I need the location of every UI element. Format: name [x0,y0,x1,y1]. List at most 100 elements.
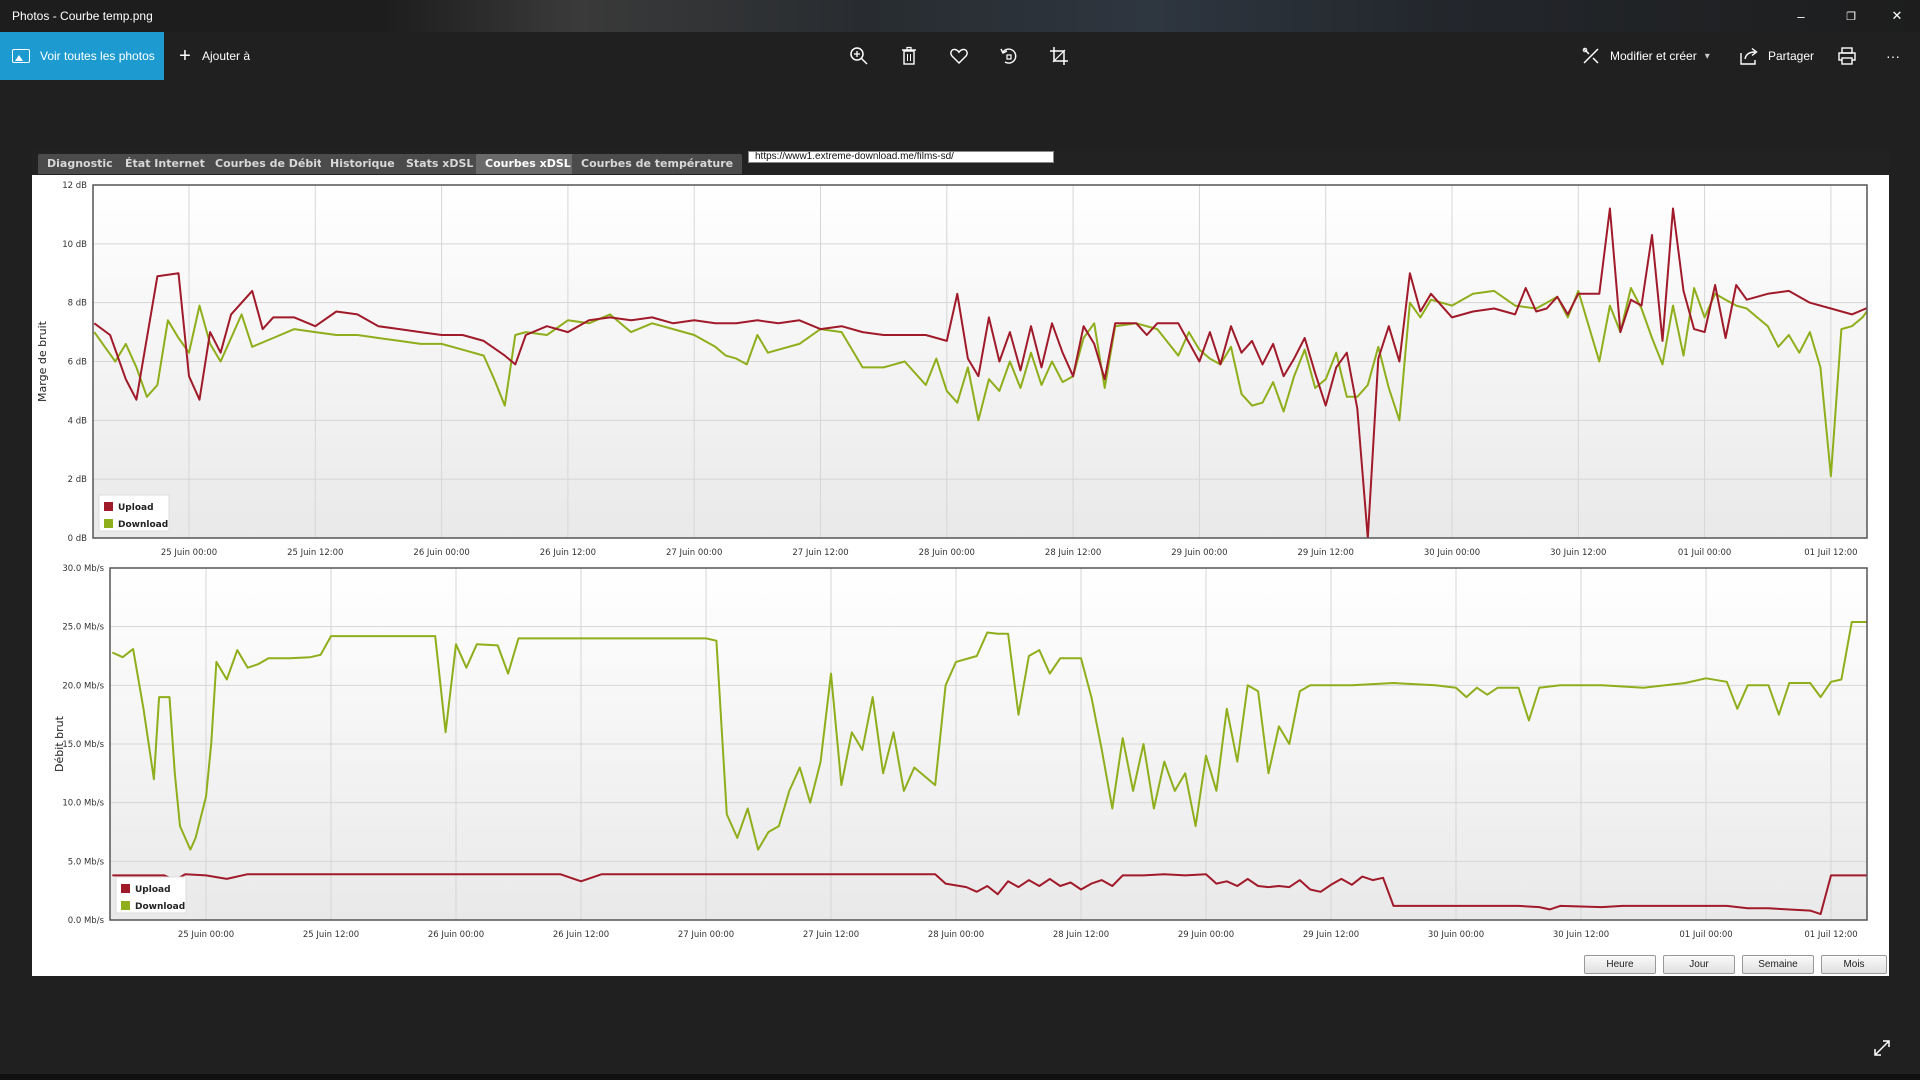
photos-icon [12,49,30,63]
window-titlebar: Photos - Courbe temp.png – ❐ ✕ [0,0,1920,32]
x-tick-label: 30 Juin 12:00 [1550,548,1606,558]
printer-icon [1838,47,1856,65]
tab-historique[interactable]: Historique [321,154,404,174]
plus-icon: + [179,44,191,67]
y-tick-label: 2 dB [68,475,88,485]
add-to-button[interactable]: + Ajouter à [174,32,250,80]
tab-etat-internet[interactable]: État Internet [116,154,214,174]
edit-create-label: Modifier et créer [1610,49,1697,63]
share-label: Partager [1768,49,1815,63]
x-tick-label: 30 Juin 12:00 [1553,930,1609,940]
y-tick-label: 8 dB [68,299,88,309]
url-tooltip: https://www1.extreme-download.me/films-s… [748,151,1054,163]
y-tick-label: 20.0 Mb/s [62,681,104,691]
x-tick-label: 01 Juil 12:00 [1804,548,1857,558]
y-tick-label: 10.0 Mb/s [62,799,104,809]
legend-swatch-upload [121,884,130,893]
minimize-button[interactable]: – [1778,0,1824,32]
chevron-down-icon: ▾ [1704,50,1710,62]
y-tick-label: 10 dB [62,240,87,250]
x-tick-label: 28 Juin 12:00 [1053,930,1109,940]
x-tick-label: 30 Juin 00:00 [1428,930,1484,940]
close-button[interactable]: ✕ [1874,0,1920,32]
range-jour-button[interactable]: Jour [1663,955,1735,974]
more-options-button[interactable]: ··· [1886,32,1900,80]
xdsl-charts: 0 dB 2 dB 4 dB 6 dB 8 dB 10 dB 12 dB 25 Juin 00… [36,181,1868,940]
tab-courbes-debit[interactable]: Courbes de Débit [206,154,332,174]
x-tick-label: 28 Juin 00:00 [919,548,975,558]
tab-courbes-xdsl[interactable]: Courbes xDSL [476,154,580,174]
legend-label-upload: Upload [118,503,154,513]
see-all-photos-label: Voir toutes les photos [40,49,155,63]
maximize-button[interactable]: ❐ [1828,0,1874,32]
x-tick-label: 26 Juin 00:00 [413,548,469,558]
delete-button[interactable] [898,32,920,80]
y-axis-label: Marge de bruit [36,320,49,402]
window-title: Photos - Courbe temp.png [12,9,153,23]
y-tick-label: 15.0 Mb/s [62,740,104,750]
legend-swatch-download [104,519,113,528]
y-tick-label: 0 dB [68,534,88,544]
x-tick-label: 01 Juil 00:00 [1679,930,1732,940]
x-tick-label: 30 Juin 00:00 [1424,548,1480,558]
photos-toolbar: Voir toutes les photos + Ajouter à Modif… [0,32,1920,80]
rotate-button[interactable] [998,32,1020,80]
crop-button[interactable] [1048,32,1070,80]
y-tick-label: 25.0 Mb/s [62,623,104,633]
x-tick-label: 27 Juin 00:00 [678,930,734,940]
y-tick-label: 6 dB [68,358,88,368]
y-tick-label: 4 dB [68,416,88,426]
edit-create-icon [1582,47,1599,64]
x-tick-label: 25 Juin 00:00 [178,930,234,940]
zoom-button[interactable] [848,32,870,80]
print-button[interactable] [1836,32,1858,80]
trash-icon [902,46,916,65]
x-tick-label: 27 Juin 00:00 [666,548,722,558]
x-tick-label: 28 Juin 00:00 [928,930,984,940]
x-tick-label: 25 Juin 12:00 [303,930,359,940]
x-tick-label: 26 Juin 12:00 [540,548,596,558]
legend-label-upload: Upload [135,885,171,895]
chart-1: 0 dB 2 dB 4 dB 6 dB 8 dB 10 dB 12 dB 25 Juin 00… [36,181,1868,558]
add-to-label: Ajouter à [202,49,251,63]
photo-canvas: 0 dB 2 dB 4 dB 6 dB 8 dB 10 dB 12 dB 25 Juin 00… [32,151,1889,976]
x-tick-label: 27 Juin 12:00 [803,930,859,940]
bottom-strip [0,1074,1920,1080]
zoom-in-icon [850,47,868,65]
x-tick-label: 25 Juin 00:00 [161,548,217,558]
y-tick-label: 30.0 Mb/s [62,564,104,574]
x-tick-label: 01 Juil 00:00 [1678,548,1731,558]
legend-label-download: Download [118,520,168,530]
crop-icon [1050,47,1068,65]
legend-swatch-download [121,901,130,910]
x-tick-label: 29 Juin 12:00 [1303,930,1359,940]
x-tick-label: 29 Juin 12:00 [1298,548,1354,558]
range-mois-button[interactable]: Mois [1821,955,1887,974]
legend-swatch-upload [104,502,113,511]
tab-courbes-temperature[interactable]: Courbes de température [572,154,743,174]
share-icon [1740,47,1758,65]
x-tick-label: 26 Juin 00:00 [428,930,484,940]
tab-diagnostic[interactable]: Diagnostic [38,154,122,174]
expand-icon [1874,1040,1890,1056]
chart-2: 0.0 Mb/s 5.0 Mb/s 10.0 Mb/s 15.0 Mb/s 20.0 M… [53,564,1868,940]
range-semaine-button[interactable]: Semaine [1742,955,1814,974]
tab-stats-xdsl[interactable]: Stats xDSL [397,154,483,174]
legend: Upload Download [98,494,170,532]
x-tick-label: 01 Juil 12:00 [1804,930,1857,940]
x-tick-label: 27 Juin 12:00 [792,548,848,558]
legend: Upload Download [115,876,187,914]
y-tick-label: 0.0 Mb/s [68,916,105,926]
fullscreen-button[interactable] [1870,1036,1894,1060]
x-tick-label: 29 Juin 00:00 [1178,930,1234,940]
range-heure-button[interactable]: Heure [1584,955,1656,974]
see-all-photos-button[interactable]: Voir toutes les photos [0,32,164,80]
legend-label-download: Download [135,902,185,912]
y-axis-label: Débit brut [53,715,66,772]
edit-create-button[interactable]: Modifier et créer ▾ [1580,32,1710,80]
x-tick-label: 28 Juin 12:00 [1045,548,1101,558]
y-tick-label: 12 dB [62,181,87,191]
y-tick-label: 5.0 Mb/s [68,857,105,867]
favorite-button[interactable] [948,32,970,80]
share-button[interactable]: Partager [1738,32,1814,80]
